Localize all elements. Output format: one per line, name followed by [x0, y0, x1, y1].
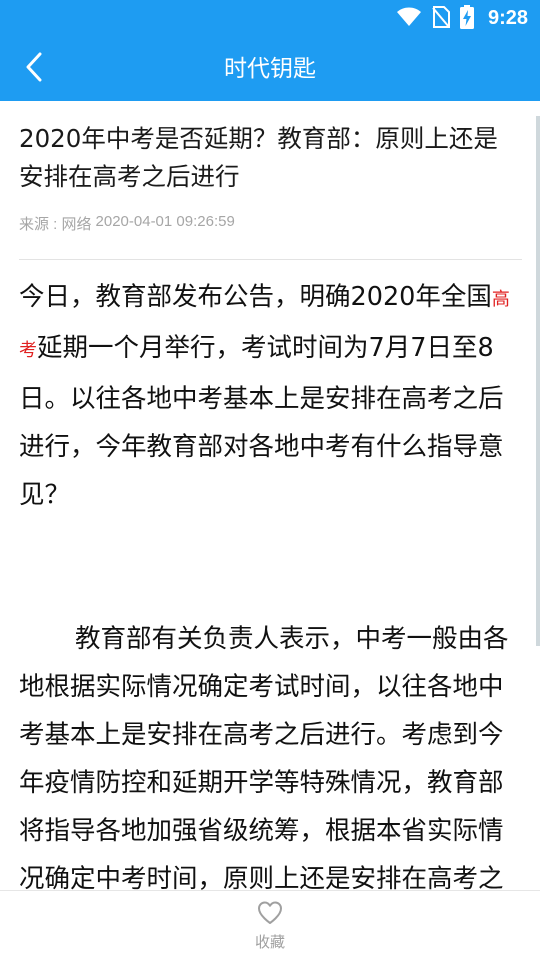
no-sim-icon	[432, 5, 450, 32]
article-date: 2020-04-01 09:26:59	[95, 213, 235, 230]
status-icons: 9:28	[396, 0, 528, 37]
scrollbar[interactable]	[536, 116, 540, 646]
back-button[interactable]	[10, 45, 58, 93]
article-paragraph: 教育部有关负责人表示，中考一般由各地根据实际情况确定考试时间，以往各地中考基本上…	[19, 624, 509, 890]
favorite-button[interactable]: 收藏	[240, 901, 300, 957]
app-title: 时代钥匙	[224, 56, 316, 82]
favorite-label: 收藏	[254, 933, 285, 951]
heart-outline-icon	[257, 901, 283, 929]
paragraph-text: 今日，教育部发布公告，明确2020年全国	[19, 282, 492, 312]
bottom-bar: 收藏	[0, 890, 540, 961]
battery-charging-icon	[459, 4, 474, 33]
paragraph-text: 延期一个月举行，考试时间为7月7日至8日。以往各地中考基本上是安排在高考之后进行…	[19, 333, 504, 510]
app-bar: 时代钥匙	[0, 37, 540, 101]
status-bar: 9:28	[0, 0, 540, 37]
article-content[interactable]: 2020年中考是否延期？教育部：原则上还是安排在高考之后进行 来源 : 网络 2…	[0, 101, 540, 890]
chevron-left-icon	[24, 52, 44, 86]
article-body: 今日，教育部发布公告，明确2020年全国高考延期一个月举行，考试时间为7月7日至…	[19, 273, 525, 890]
article-source: 来源 : 网络	[19, 216, 92, 233]
article-title: 2020年中考是否延期？教育部：原则上还是安排在高考之后进行	[19, 124, 498, 191]
article-meta: 来源 : 网络 2020-04-01 09:26:59	[19, 213, 235, 234]
wifi-icon	[396, 7, 422, 31]
divider	[19, 259, 522, 260]
article-paragraph: 今日，教育部发布公告，明确2020年全国高考延期一个月举行，考试时间为7月7日至…	[19, 273, 525, 519]
status-time: 9:28	[487, 7, 528, 29]
